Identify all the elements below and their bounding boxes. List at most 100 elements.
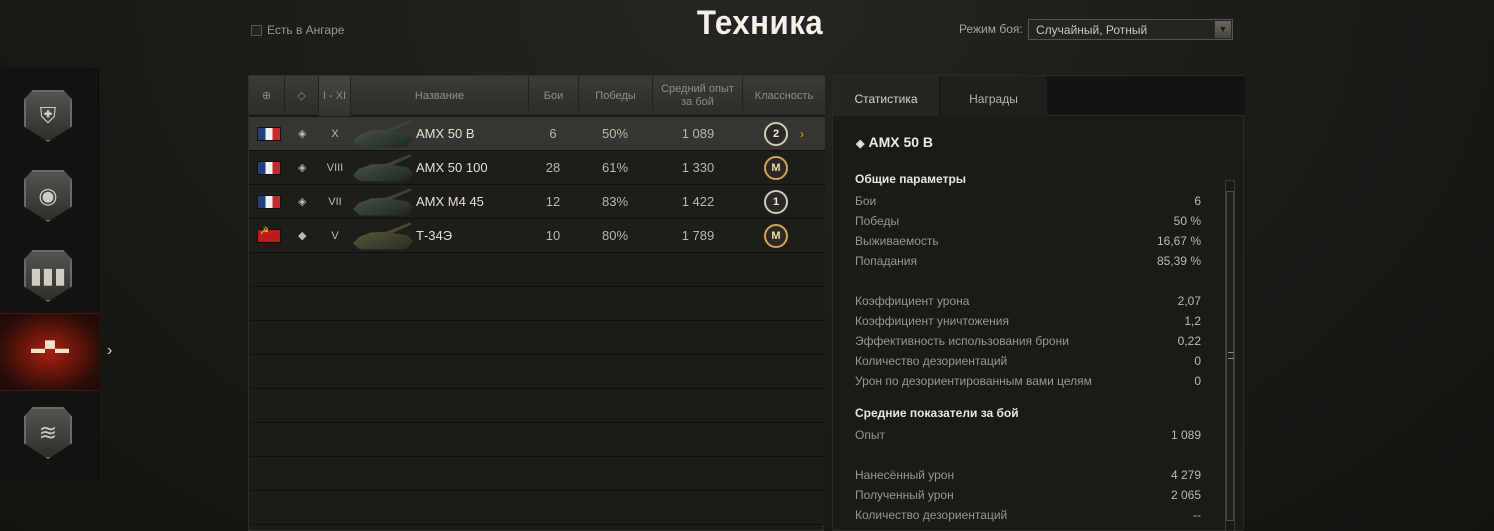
stat-label: Нанесённый урон: [855, 468, 955, 482]
table-row-empty: [249, 491, 825, 525]
wins-cell: 83%: [601, 194, 629, 209]
heavy-tank-icon: ◈: [298, 162, 307, 174]
avg-exp-cell: 1 789: [681, 228, 715, 243]
sort-wins-header[interactable]: Победы: [579, 76, 653, 116]
sidebar-item-profile[interactable]: ⛨: [0, 74, 99, 152]
sort-avg-exp-header[interactable]: Средний опыт за бой: [653, 76, 743, 116]
stat-label: Коэффициент уничтожения: [855, 314, 1009, 328]
table-row[interactable]: ◈ VII AMX M4 45 12 83% 1 422 1: [249, 185, 825, 219]
mastery-badge-icon: M: [764, 156, 788, 180]
tank-icon: ▬▀▬: [31, 340, 69, 356]
stat-label: Выживаемость: [855, 234, 939, 248]
heavy-tank-icon: ◈: [298, 128, 307, 140]
stat-label: Победы: [855, 214, 900, 228]
sort-type-vehicle-type-icon[interactable]: ◇: [285, 76, 319, 116]
stat-row: Коэффициент урона 2,07: [855, 291, 1201, 311]
flag-ussr-icon: [257, 226, 281, 243]
sort-mastery-header[interactable]: Классность: [743, 76, 825, 116]
battle-mode-select[interactable]: Случайный, Ротный ▼: [1028, 19, 1233, 40]
stat-row: Полученный урон 2 065: [855, 485, 1201, 505]
scrollbar-thumb[interactable]: [1226, 191, 1234, 521]
battle-mode-value: Случайный, Ротный: [1036, 23, 1148, 37]
table-row[interactable]: ◆ V Т-34Э 10 80% 1 789 M: [249, 219, 825, 253]
stat-value: 6: [1194, 194, 1201, 208]
sidebar-item-statistics[interactable]: ▮▮▮: [0, 234, 99, 312]
wins-cell: 61%: [601, 160, 629, 175]
stat-label: Количество дезориентаций: [855, 508, 1008, 522]
sidebar-item-awards[interactable]: ◉: [0, 154, 99, 232]
stat-value: 0,22: [1177, 334, 1201, 348]
tier-cell: V: [331, 230, 339, 242]
table-row-empty: [249, 457, 825, 491]
detail-scrollbar[interactable]: [1225, 180, 1235, 531]
stat-value: 0: [1194, 354, 1201, 368]
battles-cell: 10: [545, 228, 561, 243]
mastery-badge-icon: M: [764, 224, 788, 248]
vehicle-detail-panel: Статистика Награды ◈ AMX 50 B Общие парам…: [832, 75, 1245, 531]
heavy-tank-icon: ◈: [856, 138, 865, 150]
wins-cell: 80%: [601, 228, 629, 243]
tab-awards[interactable]: Награды: [940, 76, 1047, 116]
wins-cell: 50%: [601, 126, 629, 141]
tier-cell: X: [331, 128, 339, 140]
stat-value: 1,2: [1184, 314, 1201, 328]
table-header: ⊕ ◇ I - XI Название Бои Победы Средний о…: [249, 76, 825, 116]
layers-icon: ≋: [24, 407, 72, 459]
flag-france-icon: [257, 195, 281, 209]
table-row-empty: [249, 389, 825, 423]
stat-row: Коэффициент уничтожения 1,2: [855, 311, 1201, 331]
mastery-badge-icon: 1: [764, 190, 788, 214]
stat-label: Коэффициент урона: [855, 294, 970, 308]
tank-image: [353, 222, 413, 250]
battles-cell: 28: [545, 160, 561, 175]
chevron-right-icon: ›: [107, 342, 113, 359]
table-row[interactable]: ◈ VIII AMX 50 100 28 61% 1 330 M: [249, 151, 825, 185]
table-row-empty: [249, 253, 825, 287]
stat-value: 2 065: [1170, 488, 1201, 502]
sidebar: ⛨ ◉ ▮▮▮ ≋: [0, 68, 99, 480]
chevron-right-icon: ›: [800, 127, 804, 141]
stat-row: Опыт 1 089: [855, 425, 1201, 445]
grip-icon: [1228, 352, 1234, 359]
table-row[interactable]: ◈ X AMX 50 B 6 50% 1 089 2 ›: [249, 117, 825, 151]
stat-row: Эффективность использования брони 0,22: [855, 331, 1201, 351]
dropdown-arrow-icon[interactable]: ▼: [1214, 21, 1231, 38]
sort-name-header[interactable]: Название: [351, 76, 529, 116]
tab-statistics[interactable]: Статистика: [833, 76, 940, 116]
vehicle-name: AMX M4 45: [416, 194, 484, 209]
stat-value: 4 279: [1170, 468, 1201, 482]
sort-nation-globe-icon[interactable]: ⊕: [249, 76, 285, 116]
sidebar-item-summary[interactable]: ≋: [0, 391, 99, 469]
vehicle-name: AMX 50 100: [416, 160, 488, 175]
stat-label: Полученный урон: [855, 488, 954, 502]
stat-label: Урон по дезориентированным вами целям: [855, 374, 1092, 388]
stat-value: 0: [1194, 374, 1201, 388]
vehicle-name: AMX 50 B: [416, 126, 475, 141]
stat-row: Количество дезориентаций 0: [855, 351, 1201, 371]
stat-label: Эффективность использования брони: [855, 334, 1069, 348]
stat-label: Опыт: [855, 428, 885, 442]
stat-value: --: [1193, 508, 1201, 522]
avg-per-battle-heading: Средние показатели за бой: [855, 406, 1019, 420]
avg-exp-cell: 1 330: [681, 160, 715, 175]
avg-exp-cell: 1 089: [681, 126, 715, 141]
tier-cell: VIII: [326, 162, 344, 174]
battle-mode-label: Режим боя:: [959, 22, 1023, 36]
sort-battles-header[interactable]: Бои: [529, 76, 579, 116]
general-params-heading: Общие параметры: [855, 172, 967, 186]
stat-row: Попадания 85,39 %: [855, 251, 1201, 271]
table-row-empty: [249, 321, 825, 355]
flag-france-icon: [257, 161, 281, 175]
stat-label: Количество дезориентаций: [855, 354, 1008, 368]
sort-tier-header[interactable]: I - XI: [319, 76, 351, 116]
avg-exp-cell: 1 422: [681, 194, 715, 209]
tank-image: [353, 120, 413, 148]
stat-value: 50 %: [1173, 214, 1201, 228]
battles-cell: 6: [549, 126, 557, 141]
tier-cell: VII: [328, 196, 342, 208]
vehicle-table: ⊕ ◇ I - XI Название Бои Победы Средний о…: [248, 75, 825, 531]
detail-vehicle-name: AMX 50 B: [868, 134, 934, 150]
detail-tabs: Статистика Награды: [833, 76, 1245, 116]
medal-icon: ◉: [24, 170, 72, 222]
stat-label: Бои: [855, 194, 877, 208]
